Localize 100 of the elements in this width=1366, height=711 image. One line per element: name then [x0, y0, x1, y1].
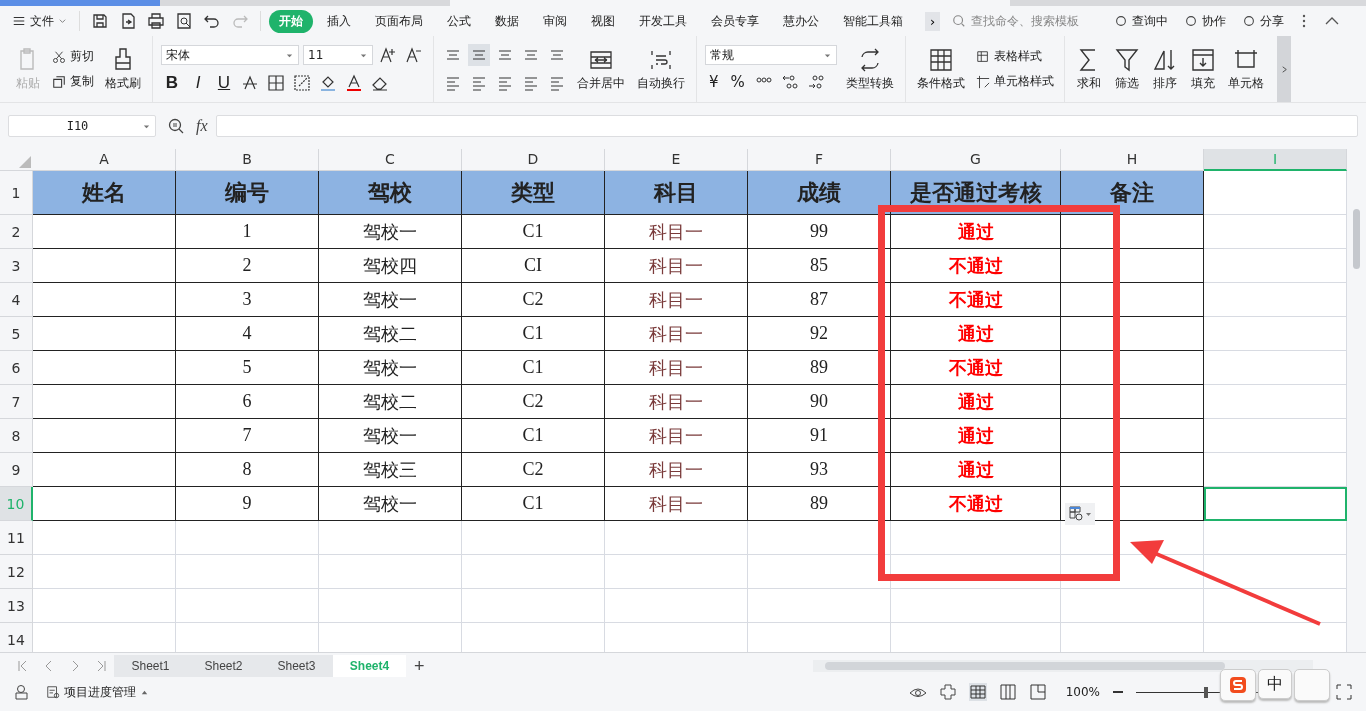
- row-header[interactable]: 14: [0, 623, 33, 652]
- row-header[interactable]: 5: [0, 317, 33, 351]
- row-header[interactable]: 12: [0, 555, 33, 589]
- ime-logo-icon[interactable]: [1220, 669, 1256, 701]
- column-header[interactable]: B: [176, 149, 319, 171]
- row-header[interactable]: 3: [0, 249, 33, 283]
- column-header[interactable]: H: [1061, 149, 1204, 171]
- normal-view-icon[interactable]: [968, 683, 987, 701]
- export-icon[interactable]: [119, 12, 137, 30]
- more-tabs-button[interactable]: ›: [925, 11, 941, 31]
- macro-icon[interactable]: [13, 683, 31, 701]
- fullscreen-icon[interactable]: [1335, 683, 1353, 701]
- menu-action[interactable]: 协作: [1180, 10, 1231, 32]
- table-cell: 驾校一: [319, 351, 462, 385]
- function-label[interactable]: fx: [196, 117, 208, 135]
- table-cell: 6: [176, 385, 319, 419]
- print-icon[interactable]: [147, 12, 165, 30]
- table-cell: 驾校二: [319, 385, 462, 419]
- cell-fill-pattern-icon[interactable]: [291, 72, 313, 94]
- font-size-select[interactable]: 11: [303, 45, 373, 65]
- column-header[interactable]: F: [748, 149, 891, 171]
- column-header[interactable]: G: [891, 149, 1061, 171]
- header-cell: 驾校: [319, 171, 462, 215]
- column-header[interactable]: E: [605, 149, 748, 171]
- sheet-tab[interactable]: Sheet3: [260, 655, 333, 677]
- preview-icon[interactable]: [175, 12, 193, 30]
- ribbon-tab[interactable]: 插入: [317, 9, 361, 33]
- header-cell: 成绩: [748, 171, 891, 215]
- column-header[interactable]: A: [33, 149, 176, 171]
- ribbon-tab[interactable]: 会员专享: [701, 9, 769, 33]
- add-sheet-button[interactable]: +: [406, 655, 433, 677]
- font-select[interactable]: 宋体: [161, 45, 299, 65]
- selected-cell[interactable]: [1204, 487, 1347, 521]
- name-box[interactable]: I10: [8, 115, 156, 137]
- sheet-tab[interactable]: Sheet1: [114, 655, 187, 677]
- row-header[interactable]: 11: [0, 521, 33, 555]
- save-icon[interactable]: [91, 12, 109, 30]
- ribbon-tab[interactable]: 慧办公: [773, 9, 829, 33]
- table-cell: 驾校二: [319, 317, 462, 351]
- font-style-button[interactable]: I: [187, 73, 209, 93]
- table-cell: 85: [748, 249, 891, 283]
- row-header[interactable]: 4: [0, 283, 33, 317]
- ribbon-tab[interactable]: 开发工具: [629, 9, 697, 33]
- search-field[interactable]: 查找命令、搜索模板: [952, 13, 1103, 29]
- row-header[interactable]: 8: [0, 419, 33, 453]
- formula-field[interactable]: [215, 115, 1358, 137]
- borders-icon[interactable]: [265, 72, 287, 94]
- page-layout-icon[interactable]: [998, 683, 1017, 701]
- row-header[interactable]: 6: [0, 351, 33, 385]
- ribbon-button[interactable]: 单元格: [1225, 45, 1267, 93]
- ribbon-button[interactable]: 筛选: [1111, 45, 1143, 93]
- format-painter-button[interactable]: 格式刷: [102, 45, 144, 93]
- row-header[interactable]: 7: [0, 385, 33, 419]
- table-cell: C1: [462, 419, 605, 453]
- ribbon-button[interactable]: 填充: [1187, 45, 1219, 93]
- currency-button[interactable]: ¥: [705, 73, 723, 91]
- ime-mode-key[interactable]: 中: [1258, 669, 1292, 699]
- file-menu[interactable]: 文件: [8, 10, 71, 32]
- align-icon[interactable]: [468, 44, 490, 66]
- column-header[interactable]: C: [319, 149, 462, 171]
- row-header[interactable]: 9: [0, 453, 33, 487]
- cell-style-button[interactable]: 单元格样式: [974, 72, 1056, 91]
- table-cell: C1: [462, 215, 605, 249]
- font-style-button[interactable]: U: [213, 73, 235, 93]
- header-cell: 姓名: [33, 171, 176, 215]
- zoom-slider-thumb[interactable]: [1203, 686, 1208, 698]
- row-header[interactable]: 2: [0, 215, 33, 249]
- zoom-level[interactable]: 100%: [1065, 685, 1100, 699]
- ribbon-tab[interactable]: 数据: [485, 9, 529, 33]
- merge-center-button[interactable]: 合并居中: [574, 45, 628, 93]
- conditional-format-button[interactable]: 条件格式: [914, 45, 968, 93]
- menu-action[interactable]: 分享: [1238, 10, 1289, 32]
- page-break-icon[interactable]: [1028, 683, 1047, 701]
- row-header[interactable]: 1: [0, 171, 33, 215]
- table-style-button[interactable]: 表格样式: [974, 47, 1056, 66]
- cut-button[interactable]: 剪切: [50, 47, 96, 66]
- ribbon-tab[interactable]: 页面布局: [365, 9, 433, 33]
- wrap-text-button[interactable]: 自动换行: [634, 45, 688, 93]
- type-convert-button[interactable]: 类型转换: [843, 45, 897, 93]
- ribbon-button[interactable]: 排序: [1149, 45, 1181, 93]
- percent-button[interactable]: %: [726, 73, 749, 91]
- number-format-select[interactable]: 常规: [705, 45, 837, 65]
- ribbon-tab[interactable]: 视图: [581, 9, 625, 33]
- table-cell: 通过: [891, 419, 1061, 453]
- project-button[interactable]: 项目进度管理: [40, 682, 155, 702]
- column-header[interactable]: D: [462, 149, 605, 171]
- crosshair-icon[interactable]: [938, 683, 957, 701]
- horizontal-scrollbar[interactable]: [812, 660, 1313, 672]
- font-style-button[interactable]: B: [161, 73, 183, 93]
- row-header[interactable]: 13: [0, 589, 33, 623]
- paste-options-icon[interactable]: [1065, 503, 1095, 525]
- zoom-icon[interactable]: [167, 117, 185, 135]
- sheet-tab[interactable]: Sheet2: [187, 655, 260, 677]
- menu-action[interactable]: 查询中: [1110, 10, 1173, 32]
- ribbon-tab[interactable]: 智能工具箱: [833, 9, 913, 33]
- ribbon-tab[interactable]: 公式: [437, 9, 481, 33]
- ribbon-button[interactable]: 求和: [1073, 45, 1105, 93]
- ribbon-tab[interactable]: 审阅: [533, 9, 577, 33]
- table-cell: C1: [462, 317, 605, 351]
- copy-button[interactable]: 复制: [50, 72, 96, 91]
